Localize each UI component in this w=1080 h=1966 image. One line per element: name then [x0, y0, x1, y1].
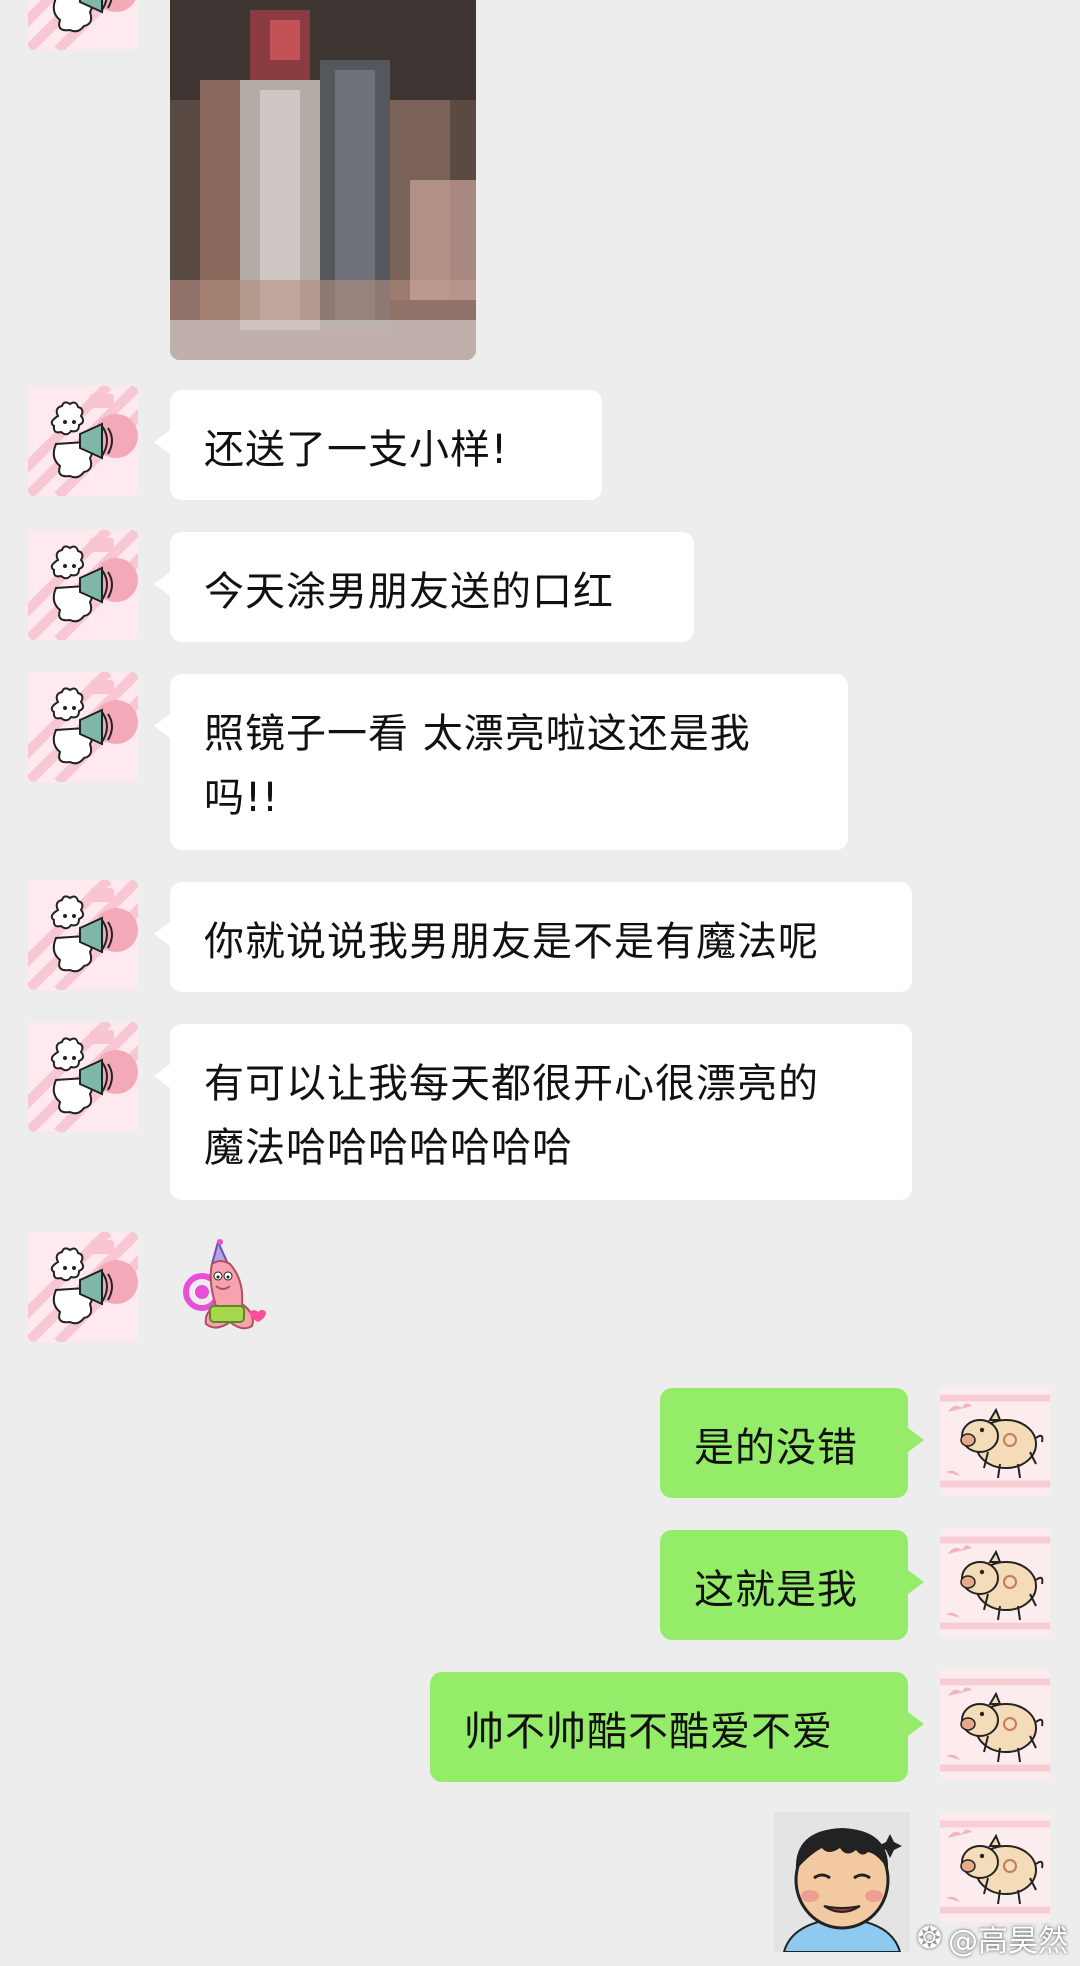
incoming-message-4[interactable]: 你就说说我男朋友是不是有魔法呢	[154, 882, 912, 992]
incoming-avatar-1[interactable]	[28, 386, 138, 496]
watermark-text: @高昊然	[948, 1924, 1068, 1959]
alpaca-megaphone-icon	[28, 530, 138, 640]
pig-icon	[940, 1670, 1050, 1780]
pixelated-image	[170, 0, 476, 360]
message-text: 帅不帅酷不酷爱不爱	[464, 1709, 833, 1755]
outgoing-avatar-4[interactable]	[940, 1812, 1050, 1922]
incoming-message-2[interactable]: 今天涂男朋友送的口红	[154, 532, 694, 642]
message-text-line-1: 照镜子一看 太漂亮啦这还是我	[204, 711, 751, 757]
message-text: 今天涂男朋友送的口红	[204, 569, 614, 615]
message-text: 是的没错	[694, 1425, 858, 1471]
incoming-message-3[interactable]: 照镜子一看 太漂亮啦这还是我 吗!!	[154, 674, 848, 850]
incoming-avatar-2[interactable]	[28, 530, 138, 640]
pig-icon	[940, 1386, 1050, 1496]
incoming-avatar-5[interactable]	[28, 1022, 138, 1132]
weibo-icon: ❂	[916, 1920, 942, 1956]
patrick-star-sticker[interactable]	[170, 1236, 290, 1356]
alpaca-megaphone-icon	[28, 0, 138, 50]
outgoing-avatar-3[interactable]	[940, 1670, 1050, 1780]
outgoing-message-3[interactable]: 帅不帅酷不酷爱不爱	[430, 1672, 924, 1782]
outgoing-message-2[interactable]: 这就是我	[660, 1530, 924, 1640]
message-text: 你就说说我男朋友是不是有魔法呢	[204, 919, 819, 965]
incoming-avatar-4[interactable]	[28, 880, 138, 990]
incoming-message-1[interactable]: 还送了一支小样!	[154, 390, 602, 500]
cartoon-boy-sticker[interactable]	[774, 1812, 910, 1953]
cartoon-boy-face-icon	[774, 1812, 910, 1953]
message-text: 这就是我	[694, 1567, 858, 1613]
lipstick-photo[interactable]	[170, 0, 476, 360]
alpaca-megaphone-icon	[28, 880, 138, 990]
incoming-message-5[interactable]: 有可以让我每天都很开心很漂亮的 魔法哈哈哈哈哈哈哈	[154, 1024, 912, 1200]
pig-icon	[940, 1528, 1050, 1638]
message-text-line-1: 有可以让我每天都很开心很漂亮的	[204, 1061, 819, 1107]
outgoing-message-1[interactable]: 是的没错	[660, 1388, 924, 1498]
incoming-avatar-0[interactable]	[28, 0, 138, 50]
outgoing-avatar-1[interactable]	[940, 1386, 1050, 1496]
incoming-avatar-3[interactable]	[28, 672, 138, 782]
alpaca-megaphone-icon	[28, 1232, 138, 1342]
incoming-avatar-6[interactable]	[28, 1232, 138, 1342]
alpaca-megaphone-icon	[28, 1022, 138, 1132]
alpaca-megaphone-icon	[28, 386, 138, 496]
alpaca-megaphone-icon	[28, 672, 138, 782]
pig-icon	[940, 1812, 1050, 1922]
patrick-star-icon	[183, 1239, 266, 1330]
weibo-watermark: ❂ @高昊然	[917, 1916, 1068, 1960]
chat-window[interactable]: 还送了一支小样! 今天涂男朋友送的口红 照镜子一看 太漂亮啦这还是我 吗!! 你…	[0, 0, 1080, 1966]
message-text-line-2: 吗!!	[204, 775, 280, 821]
message-text-line-2: 魔法哈哈哈哈哈哈哈	[204, 1125, 573, 1171]
outgoing-avatar-2[interactable]	[940, 1528, 1050, 1638]
message-text: 还送了一支小样!	[204, 427, 509, 473]
